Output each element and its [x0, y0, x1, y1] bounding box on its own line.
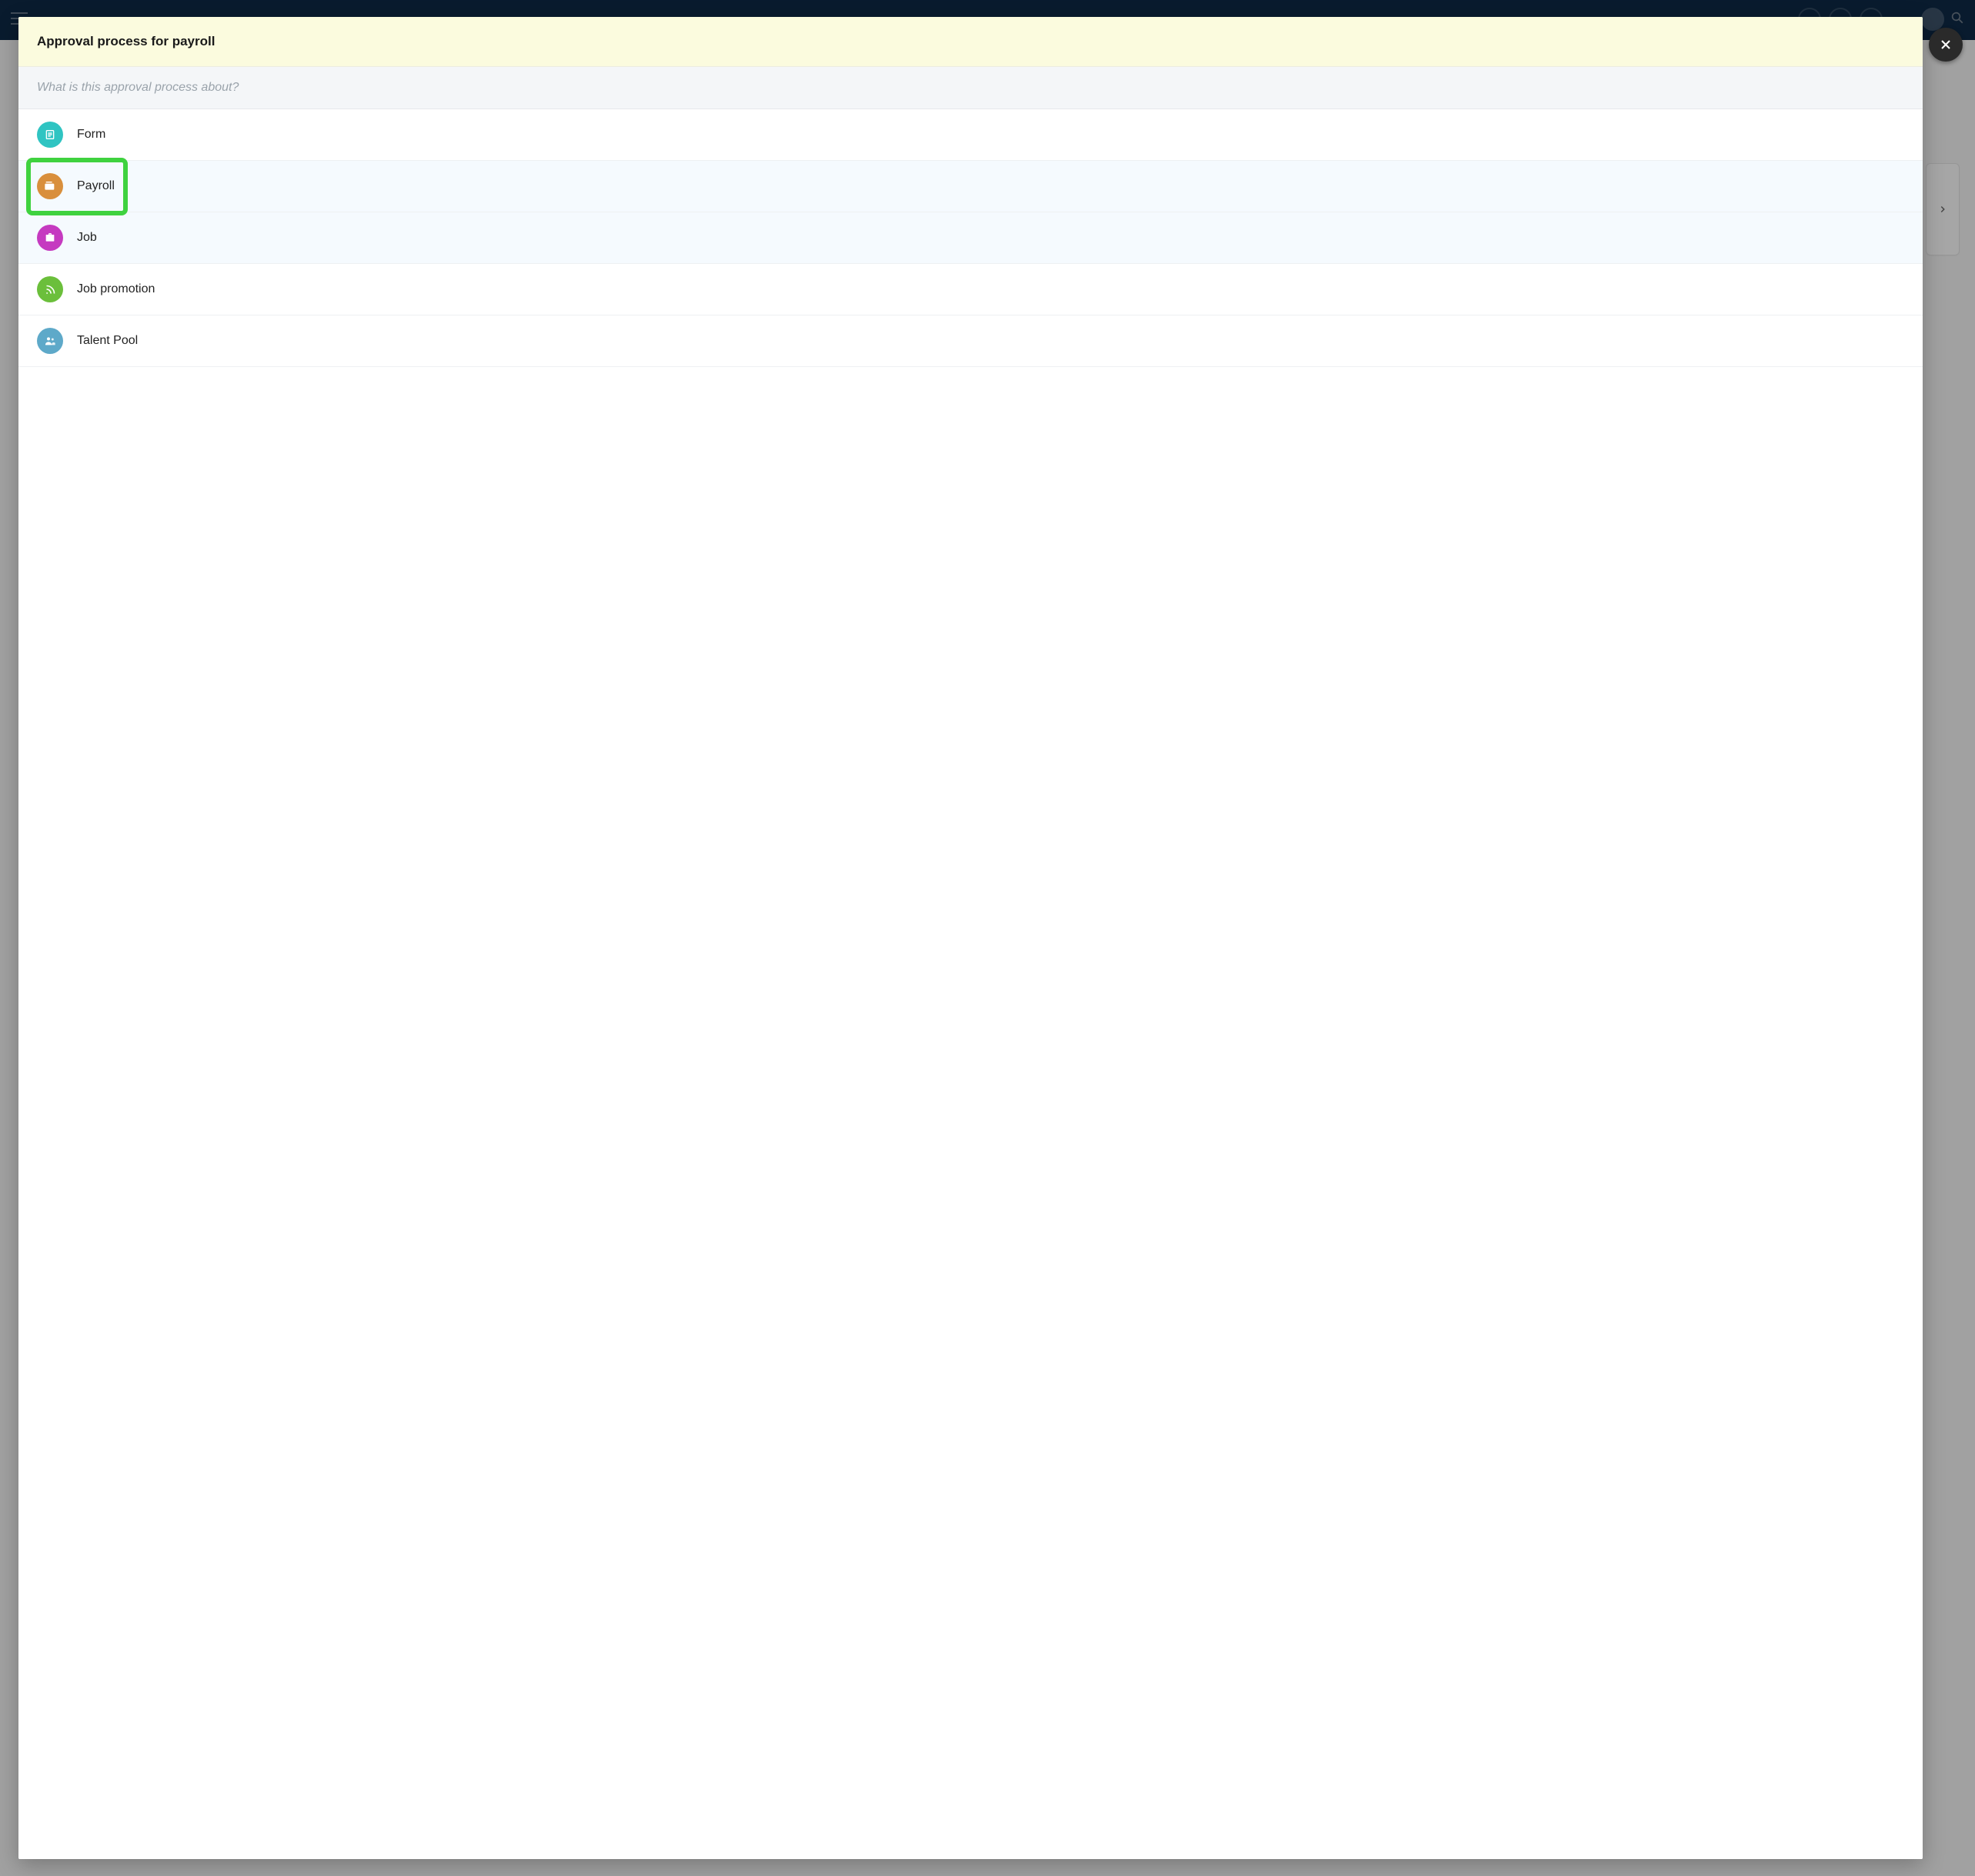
- close-button[interactable]: [1929, 28, 1963, 62]
- option-list: Form Payroll Job Job promotion Talent Po: [18, 109, 1923, 1859]
- option-payroll[interactable]: Payroll: [18, 161, 1923, 212]
- modal-question-row: What is this approval process about?: [18, 67, 1923, 109]
- option-label: Payroll: [77, 179, 115, 193]
- modal-question-text: What is this approval process about?: [37, 81, 1904, 95]
- briefcase-icon: [37, 225, 63, 251]
- option-talent-pool[interactable]: Talent Pool: [18, 315, 1923, 367]
- option-label: Form: [77, 128, 105, 142]
- option-job-promotion[interactable]: Job promotion: [18, 264, 1923, 315]
- modal-header: Approval process for payroll: [18, 17, 1923, 67]
- option-form[interactable]: Form: [18, 109, 1923, 161]
- close-icon: [1938, 37, 1953, 52]
- rss-icon: [37, 276, 63, 302]
- option-label: Job promotion: [77, 282, 155, 296]
- modal-title: Approval process for payroll: [37, 34, 1904, 49]
- option-label: Job: [77, 231, 97, 245]
- list-icon: [37, 122, 63, 148]
- option-label: Talent Pool: [77, 334, 138, 348]
- wallet-icon: [37, 173, 63, 199]
- approval-process-modal: Approval process for payroll What is thi…: [18, 17, 1923, 1859]
- people-icon: [37, 328, 63, 354]
- option-job[interactable]: Job: [18, 212, 1923, 264]
